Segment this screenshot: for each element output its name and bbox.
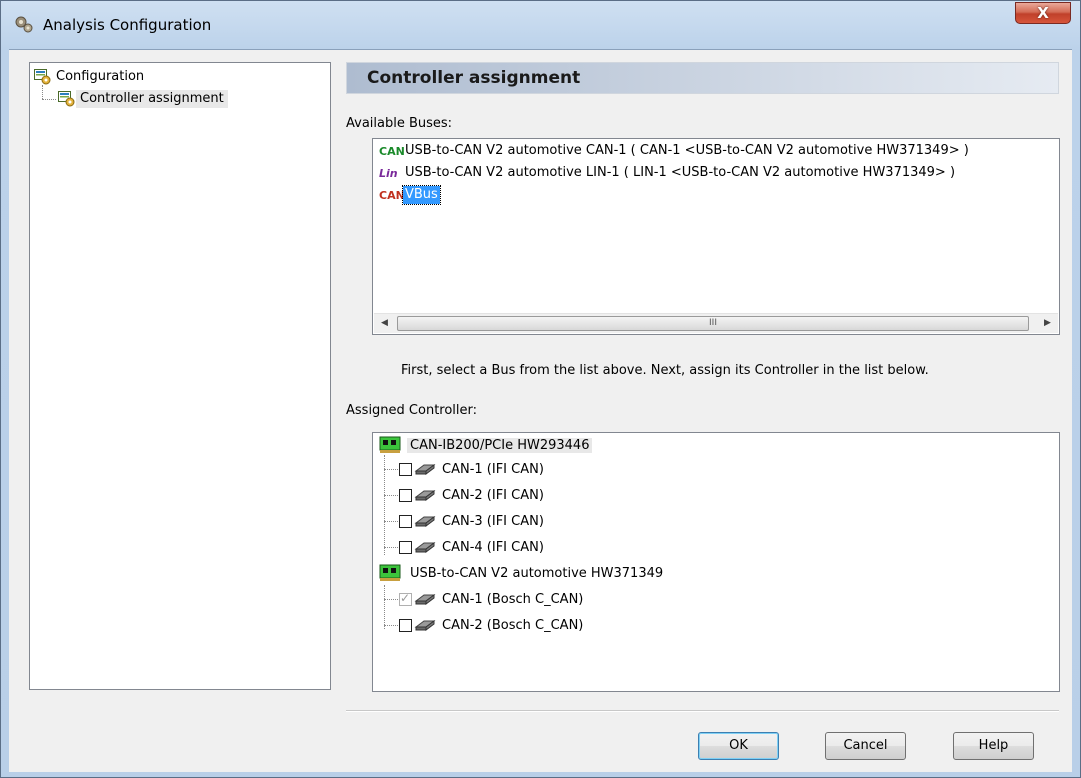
can-bus-icon: CAN bbox=[379, 144, 405, 158]
channel-label: CAN-2 (IFI CAN) bbox=[442, 487, 544, 503]
tree-item-configuration[interactable]: Configuration bbox=[34, 67, 148, 87]
tree-connector bbox=[42, 85, 43, 99]
tree-connector bbox=[384, 585, 385, 629]
tree-connector bbox=[384, 625, 398, 626]
tree-connector bbox=[384, 469, 398, 470]
close-button[interactable]: X bbox=[1015, 2, 1071, 24]
gears-icon bbox=[15, 16, 33, 33]
chip-icon bbox=[414, 464, 436, 475]
controller-channel-item[interactable]: CAN-2 (Bosch C_CAN) bbox=[399, 613, 583, 637]
channel-label: CAN-1 (Bosch C_CAN) bbox=[442, 591, 584, 607]
channel-checkbox[interactable] bbox=[399, 618, 412, 632]
channel-checkbox[interactable] bbox=[399, 514, 412, 528]
bus-item-can[interactable]: CAN USB-to-CAN V2 automotive CAN-1 ( CAN… bbox=[379, 141, 971, 161]
configuration-icon bbox=[58, 91, 75, 107]
bus-item-label: USB-to-CAN V2 automotive LIN-1 ( LIN-1 <… bbox=[405, 165, 956, 180]
tree-item-label: Controller assignment bbox=[76, 90, 228, 108]
channel-label: CAN-1 (IFI CAN) bbox=[442, 461, 544, 477]
channel-label: CAN-2 (Bosch C_CAN) bbox=[442, 617, 584, 633]
tree-connector bbox=[42, 99, 56, 100]
bus-item-lin[interactable]: Lin USB-to-CAN V2 automotive LIN-1 ( LIN… bbox=[379, 163, 957, 183]
horizontal-scrollbar[interactable]: ◀ III ▶ bbox=[374, 313, 1058, 333]
scroll-right-icon[interactable]: ▶ bbox=[1039, 314, 1056, 333]
channel-label: CAN-4 (IFI CAN) bbox=[442, 539, 544, 555]
tree-connector bbox=[384, 599, 398, 600]
tree-connector bbox=[384, 547, 398, 548]
tree-connector bbox=[384, 521, 398, 522]
bus-item-vbus[interactable]: CAN VBus bbox=[379, 185, 441, 205]
window-title: Analysis Configuration bbox=[43, 16, 212, 34]
available-buses-list[interactable]: CAN USB-to-CAN V2 automotive CAN-1 ( CAN… bbox=[372, 138, 1060, 335]
analysis-configuration-window: Analysis Configuration X Configuration C… bbox=[0, 0, 1081, 778]
controller-board-label: USB-to-CAN V2 automotive HW371349 bbox=[410, 565, 664, 581]
title-bar[interactable]: Analysis Configuration X bbox=[1, 1, 1080, 49]
controller-channel-item[interactable]: CAN-3 (IFI CAN) bbox=[399, 509, 544, 533]
channel-checkbox[interactable] bbox=[399, 540, 412, 554]
chip-icon bbox=[414, 490, 436, 501]
chip-icon bbox=[414, 594, 436, 605]
controller-channel-item[interactable]: CAN-1 (Bosch C_CAN) bbox=[399, 587, 583, 611]
chip-icon bbox=[414, 620, 436, 631]
scroll-thumb[interactable]: III bbox=[397, 316, 1029, 331]
circuit-board-icon bbox=[379, 564, 401, 581]
bus-item-label: VBus bbox=[402, 185, 441, 205]
circuit-board-icon bbox=[379, 436, 401, 453]
lin-bus-icon: Lin bbox=[379, 166, 398, 180]
available-buses-label: Available Buses: bbox=[346, 116, 453, 131]
ok-button[interactable]: OK bbox=[698, 732, 779, 760]
assigned-controller-label: Assigned Controller: bbox=[346, 403, 478, 418]
dialog-client-area: Configuration Controller assignment Cont… bbox=[9, 49, 1072, 772]
controller-channel-item[interactable]: CAN-4 (IFI CAN) bbox=[399, 535, 544, 559]
channel-checkbox[interactable] bbox=[399, 462, 412, 476]
channel-label: CAN-3 (IFI CAN) bbox=[442, 513, 544, 529]
tree-item-label: Configuration bbox=[56, 69, 145, 84]
tree-connector bbox=[384, 495, 398, 496]
configuration-icon bbox=[34, 69, 51, 85]
section-header: Controller assignment bbox=[346, 62, 1059, 94]
configuration-tree[interactable]: Configuration Controller assignment bbox=[29, 62, 331, 690]
help-button[interactable]: Help bbox=[953, 732, 1034, 760]
assigned-controller-list[interactable]: CAN-IB200/PCIe HW293446 CAN-1 (IFI CAN) … bbox=[372, 432, 1060, 692]
cancel-button[interactable]: Cancel bbox=[825, 732, 906, 760]
bus-item-label: USB-to-CAN V2 automotive CAN-1 ( CAN-1 <… bbox=[405, 143, 969, 158]
vbus-icon: CAN bbox=[379, 188, 405, 202]
channel-checkbox[interactable] bbox=[399, 488, 412, 502]
chip-icon bbox=[414, 542, 436, 553]
instruction-text: First, select a Bus from the list above.… bbox=[401, 363, 929, 378]
tree-item-controller-assignment[interactable]: Controller assignment bbox=[58, 89, 228, 109]
grip-icon: III bbox=[709, 318, 717, 328]
separator bbox=[346, 710, 1059, 712]
controller-channel-item[interactable]: CAN-1 (IFI CAN) bbox=[399, 457, 544, 481]
tree-connector bbox=[384, 455, 385, 555]
controller-board-item[interactable]: USB-to-CAN V2 automotive HW371349 bbox=[379, 561, 666, 585]
scroll-left-icon[interactable]: ◀ bbox=[376, 314, 393, 333]
chip-icon bbox=[414, 516, 436, 527]
section-title: Controller assignment bbox=[367, 68, 581, 88]
close-icon: X bbox=[1037, 4, 1049, 22]
channel-checkbox-checked-disabled bbox=[399, 591, 412, 606]
controller-board-item[interactable]: CAN-IB200/PCIe HW293446 bbox=[379, 433, 593, 457]
controller-board-label: CAN-IB200/PCIe HW293446 bbox=[407, 437, 593, 453]
controller-channel-item[interactable]: CAN-2 (IFI CAN) bbox=[399, 483, 544, 507]
